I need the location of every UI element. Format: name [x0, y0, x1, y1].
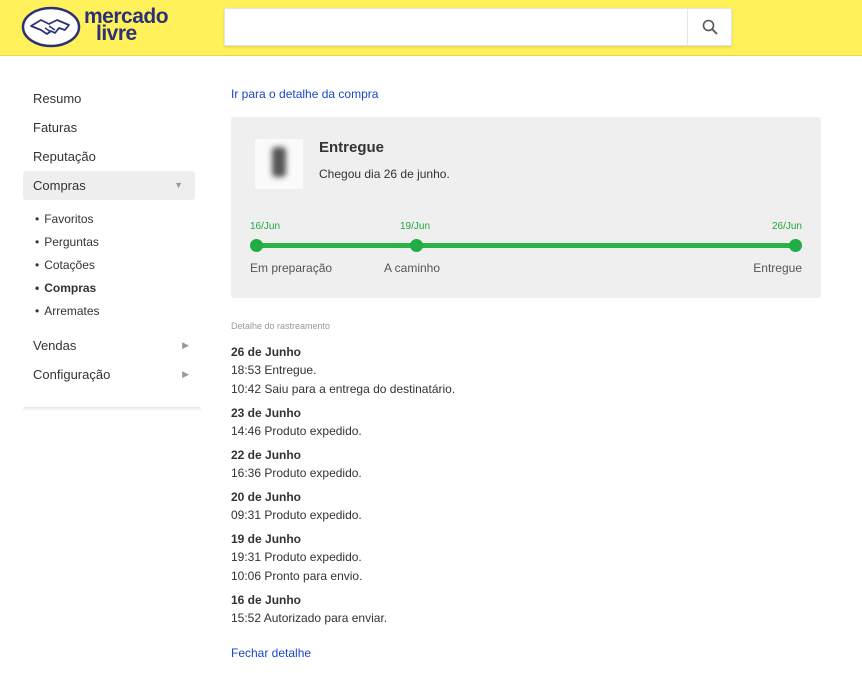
tracking-day-title: 22 de Junho [231, 448, 302, 462]
search-bar [224, 8, 732, 46]
progress-line [256, 243, 796, 248]
sidebar-item-compras[interactable]: Compras ▼ [23, 171, 195, 200]
sidebar-item-faturas[interactable]: Faturas [23, 113, 201, 142]
search-icon [702, 19, 717, 35]
search-button[interactable] [687, 9, 731, 45]
sidebar-subnav: Favoritos Perguntas Cotações Compras Arr… [23, 200, 201, 331]
sidebar-item-label: Reputação [33, 149, 96, 164]
sidebar-item-configuracao[interactable]: Configuração ▶ [23, 360, 201, 389]
sidebar-item-label: Vendas [33, 338, 77, 353]
tracking-entry: 18:53 Entregue. [231, 363, 317, 377]
tracking-day: 22 de Junho 16:36 Produto expedido. [231, 446, 821, 483]
step-label: Em preparação [250, 261, 333, 275]
close-detail-link[interactable]: Fechar detalhe [231, 646, 311, 660]
purchase-detail-link[interactable]: Ir para o detalhe da compra [231, 84, 821, 104]
step-dot [789, 239, 802, 252]
chevron-down-icon: ▼ [174, 180, 183, 190]
progress-tracker: 16/Jun 19/Jun 26/Jun Em preparação A cam… [250, 221, 802, 277]
tracking-day: 20 de Junho 09:31 Produto expedido. [231, 488, 821, 525]
handshake-logo-icon [21, 6, 81, 48]
tracking-day: 16 de Junho 15:52 Autorizado para enviar… [231, 591, 821, 628]
subnav-item-perguntas[interactable]: Perguntas [35, 231, 201, 254]
tracking-entry: 19:31 Produto expedido. [231, 550, 362, 564]
tracking-section-label: Detalhe do rastreamento [231, 321, 331, 331]
step-dot [410, 239, 423, 252]
sidebar-item-label: Faturas [33, 120, 78, 135]
logo-wordmark: mercado livre [84, 6, 169, 44]
mercado-livre-logo[interactable]: mercado livre [21, 6, 181, 50]
tracking-events: 26 de Junho 18:53 Entregue. 10:42 Saiu p… [231, 343, 821, 633]
status-title: Entregue [319, 139, 385, 156]
subnav-item-arremates[interactable]: Arremates [35, 300, 201, 323]
tracking-day: 26 de Junho 18:53 Entregue. 10:42 Saiu p… [231, 343, 821, 399]
main-content: Ir para o detalhe da compra Entregue Che… [231, 84, 821, 660]
tracking-entry: 14:46 Produto expedido. [231, 424, 362, 438]
subnav-item-compras[interactable]: Compras [35, 277, 201, 300]
tracking-day: 23 de Junho 14:46 Produto expedido. [231, 404, 821, 441]
top-header: mercado livre [0, 0, 862, 56]
tracking-entry: 15:52 Autorizado para enviar. [231, 611, 388, 625]
shipment-status-card: Entregue Chegou dia 26 de junho. 16/Jun … [231, 117, 821, 298]
search-input[interactable] [225, 9, 687, 45]
subnav-item-cotacoes[interactable]: Cotações [35, 254, 201, 277]
step-date: 19/Jun [400, 221, 431, 232]
sidebar-item-label: Configuração [33, 367, 111, 382]
step-date: 16/Jun [250, 221, 281, 232]
tracking-day-title: 20 de Junho [231, 490, 302, 504]
subnav-item-favoritos[interactable]: Favoritos [35, 208, 201, 231]
sidebar-item-label: Compras [33, 178, 86, 193]
chevron-right-icon: ▶ [182, 369, 189, 379]
tracking-day-title: 16 de Junho [231, 593, 302, 607]
sidebar-nav: Resumo Faturas Reputação Compras ▼ Favor… [23, 84, 201, 389]
tracking-day-title: 19 de Junho [231, 532, 302, 546]
tracking-entry: 10:42 Saiu para a entrega do destinatári… [231, 382, 456, 396]
sidebar-item-reputacao[interactable]: Reputação [23, 142, 201, 171]
sidebar-item-resumo[interactable]: Resumo [23, 84, 201, 113]
step-label: A caminho [384, 261, 441, 275]
tracking-day: 19 de Junho 19:31 Produto expedido. 10:0… [231, 530, 821, 586]
tracking-day-title: 23 de Junho [231, 406, 302, 420]
status-subtitle: Chegou dia 26 de junho. [319, 167, 450, 181]
step-label: Entregue [753, 261, 802, 275]
tracking-entry: 16:36 Produto expedido. [231, 466, 362, 480]
product-thumbnail [255, 139, 303, 189]
sidebar-item-label: Resumo [33, 91, 82, 106]
sidebar-divider [23, 407, 201, 411]
chevron-right-icon: ▶ [182, 340, 189, 350]
step-date: 26/Jun [771, 221, 802, 232]
tracking-day-title: 26 de Junho [231, 345, 302, 359]
tracking-entry: 10:06 Pronto para envio. [231, 569, 363, 583]
tracking-entry: 09:31 Produto expedido. [231, 508, 362, 522]
step-dot [250, 239, 263, 252]
sidebar-item-vendas[interactable]: Vendas ▶ [23, 331, 201, 360]
